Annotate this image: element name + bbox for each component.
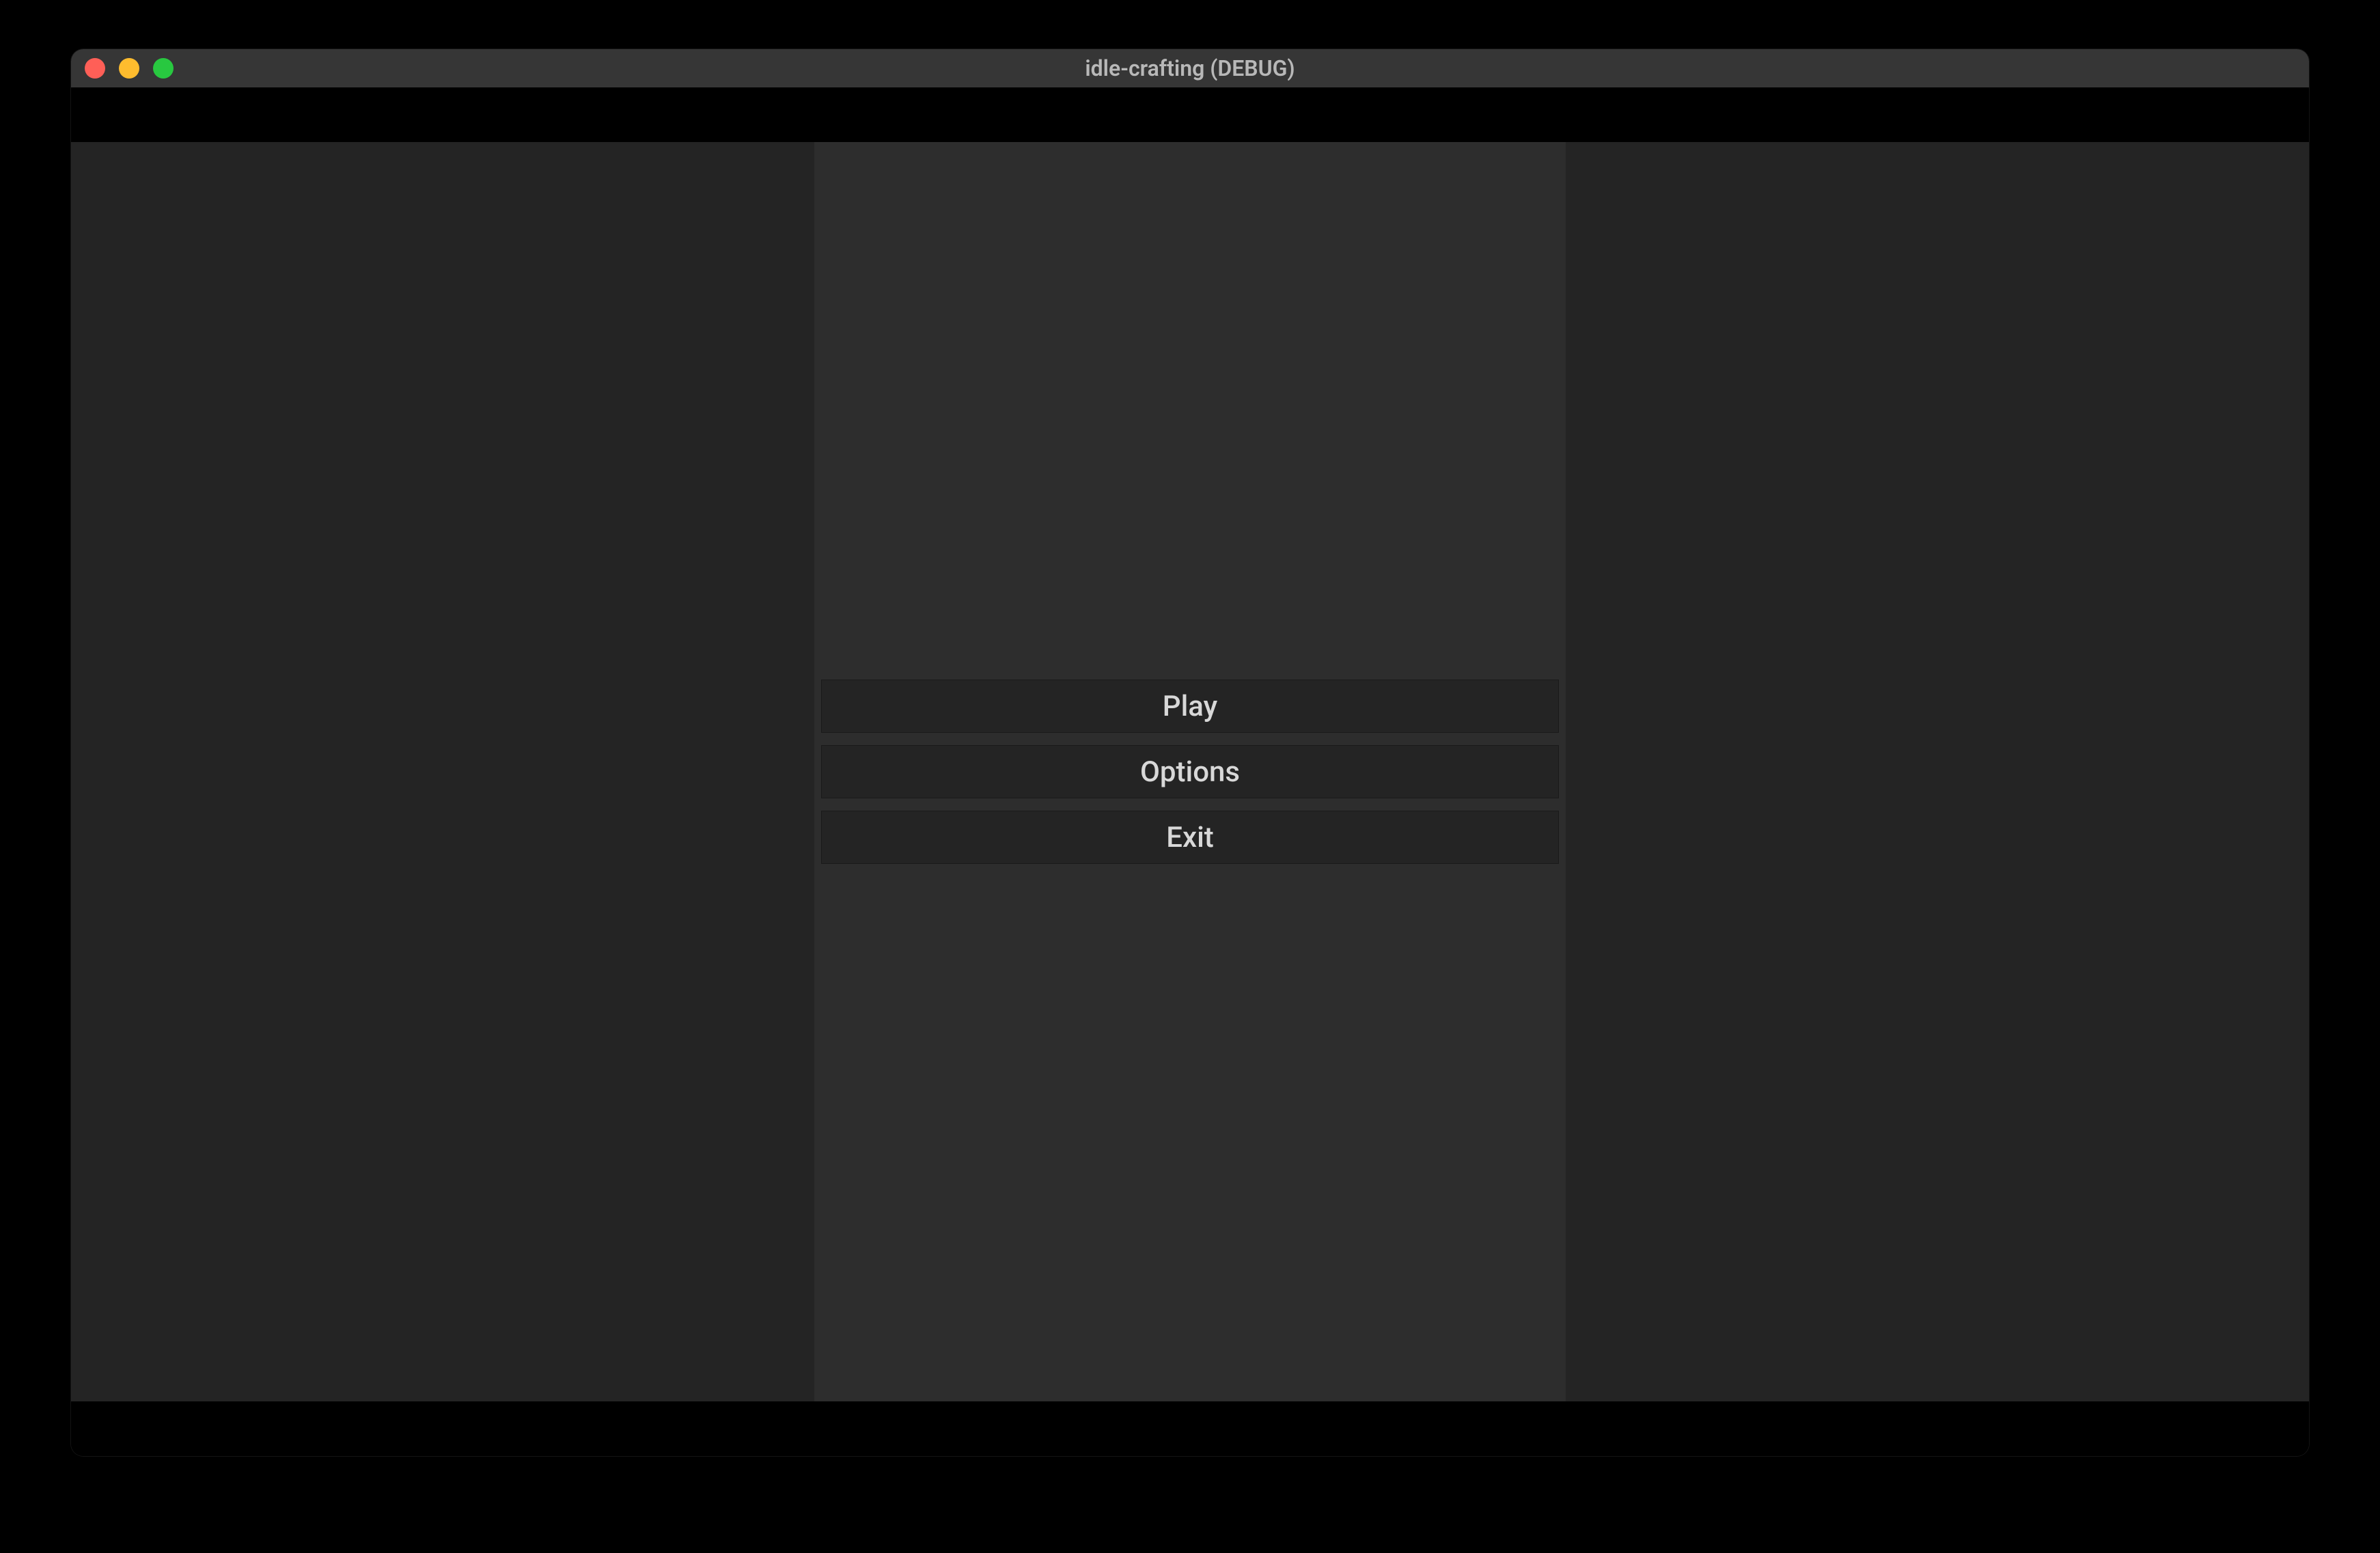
right-side-panel bbox=[1566, 142, 2309, 1401]
options-button[interactable]: Options bbox=[821, 745, 1559, 798]
bottom-letterbox-bar bbox=[71, 1401, 2309, 1456]
exit-button[interactable]: Exit bbox=[821, 811, 1559, 864]
traffic-lights bbox=[85, 58, 174, 79]
main-menu-panel: Play Options Exit bbox=[814, 142, 1566, 1401]
window-title: idle-crafting (DEBUG) bbox=[1085, 55, 1295, 81]
maximize-icon[interactable] bbox=[153, 58, 174, 79]
play-button-label: Play bbox=[1163, 690, 1217, 723]
menu-button-group: Play Options Exit bbox=[821, 680, 1559, 864]
minimize-icon[interactable] bbox=[119, 58, 139, 79]
close-icon[interactable] bbox=[85, 58, 105, 79]
left-side-panel bbox=[71, 142, 814, 1401]
app-window: idle-crafting (DEBUG) Play Options Exit bbox=[71, 49, 2309, 1456]
top-letterbox-bar bbox=[71, 87, 2309, 142]
content-row: Play Options Exit bbox=[71, 142, 2309, 1401]
window-titlebar: idle-crafting (DEBUG) bbox=[71, 49, 2309, 87]
play-button[interactable]: Play bbox=[821, 680, 1559, 733]
window-body: Play Options Exit bbox=[71, 87, 2309, 1456]
exit-button-label: Exit bbox=[1166, 821, 1214, 854]
options-button-label: Options bbox=[1140, 755, 1240, 789]
